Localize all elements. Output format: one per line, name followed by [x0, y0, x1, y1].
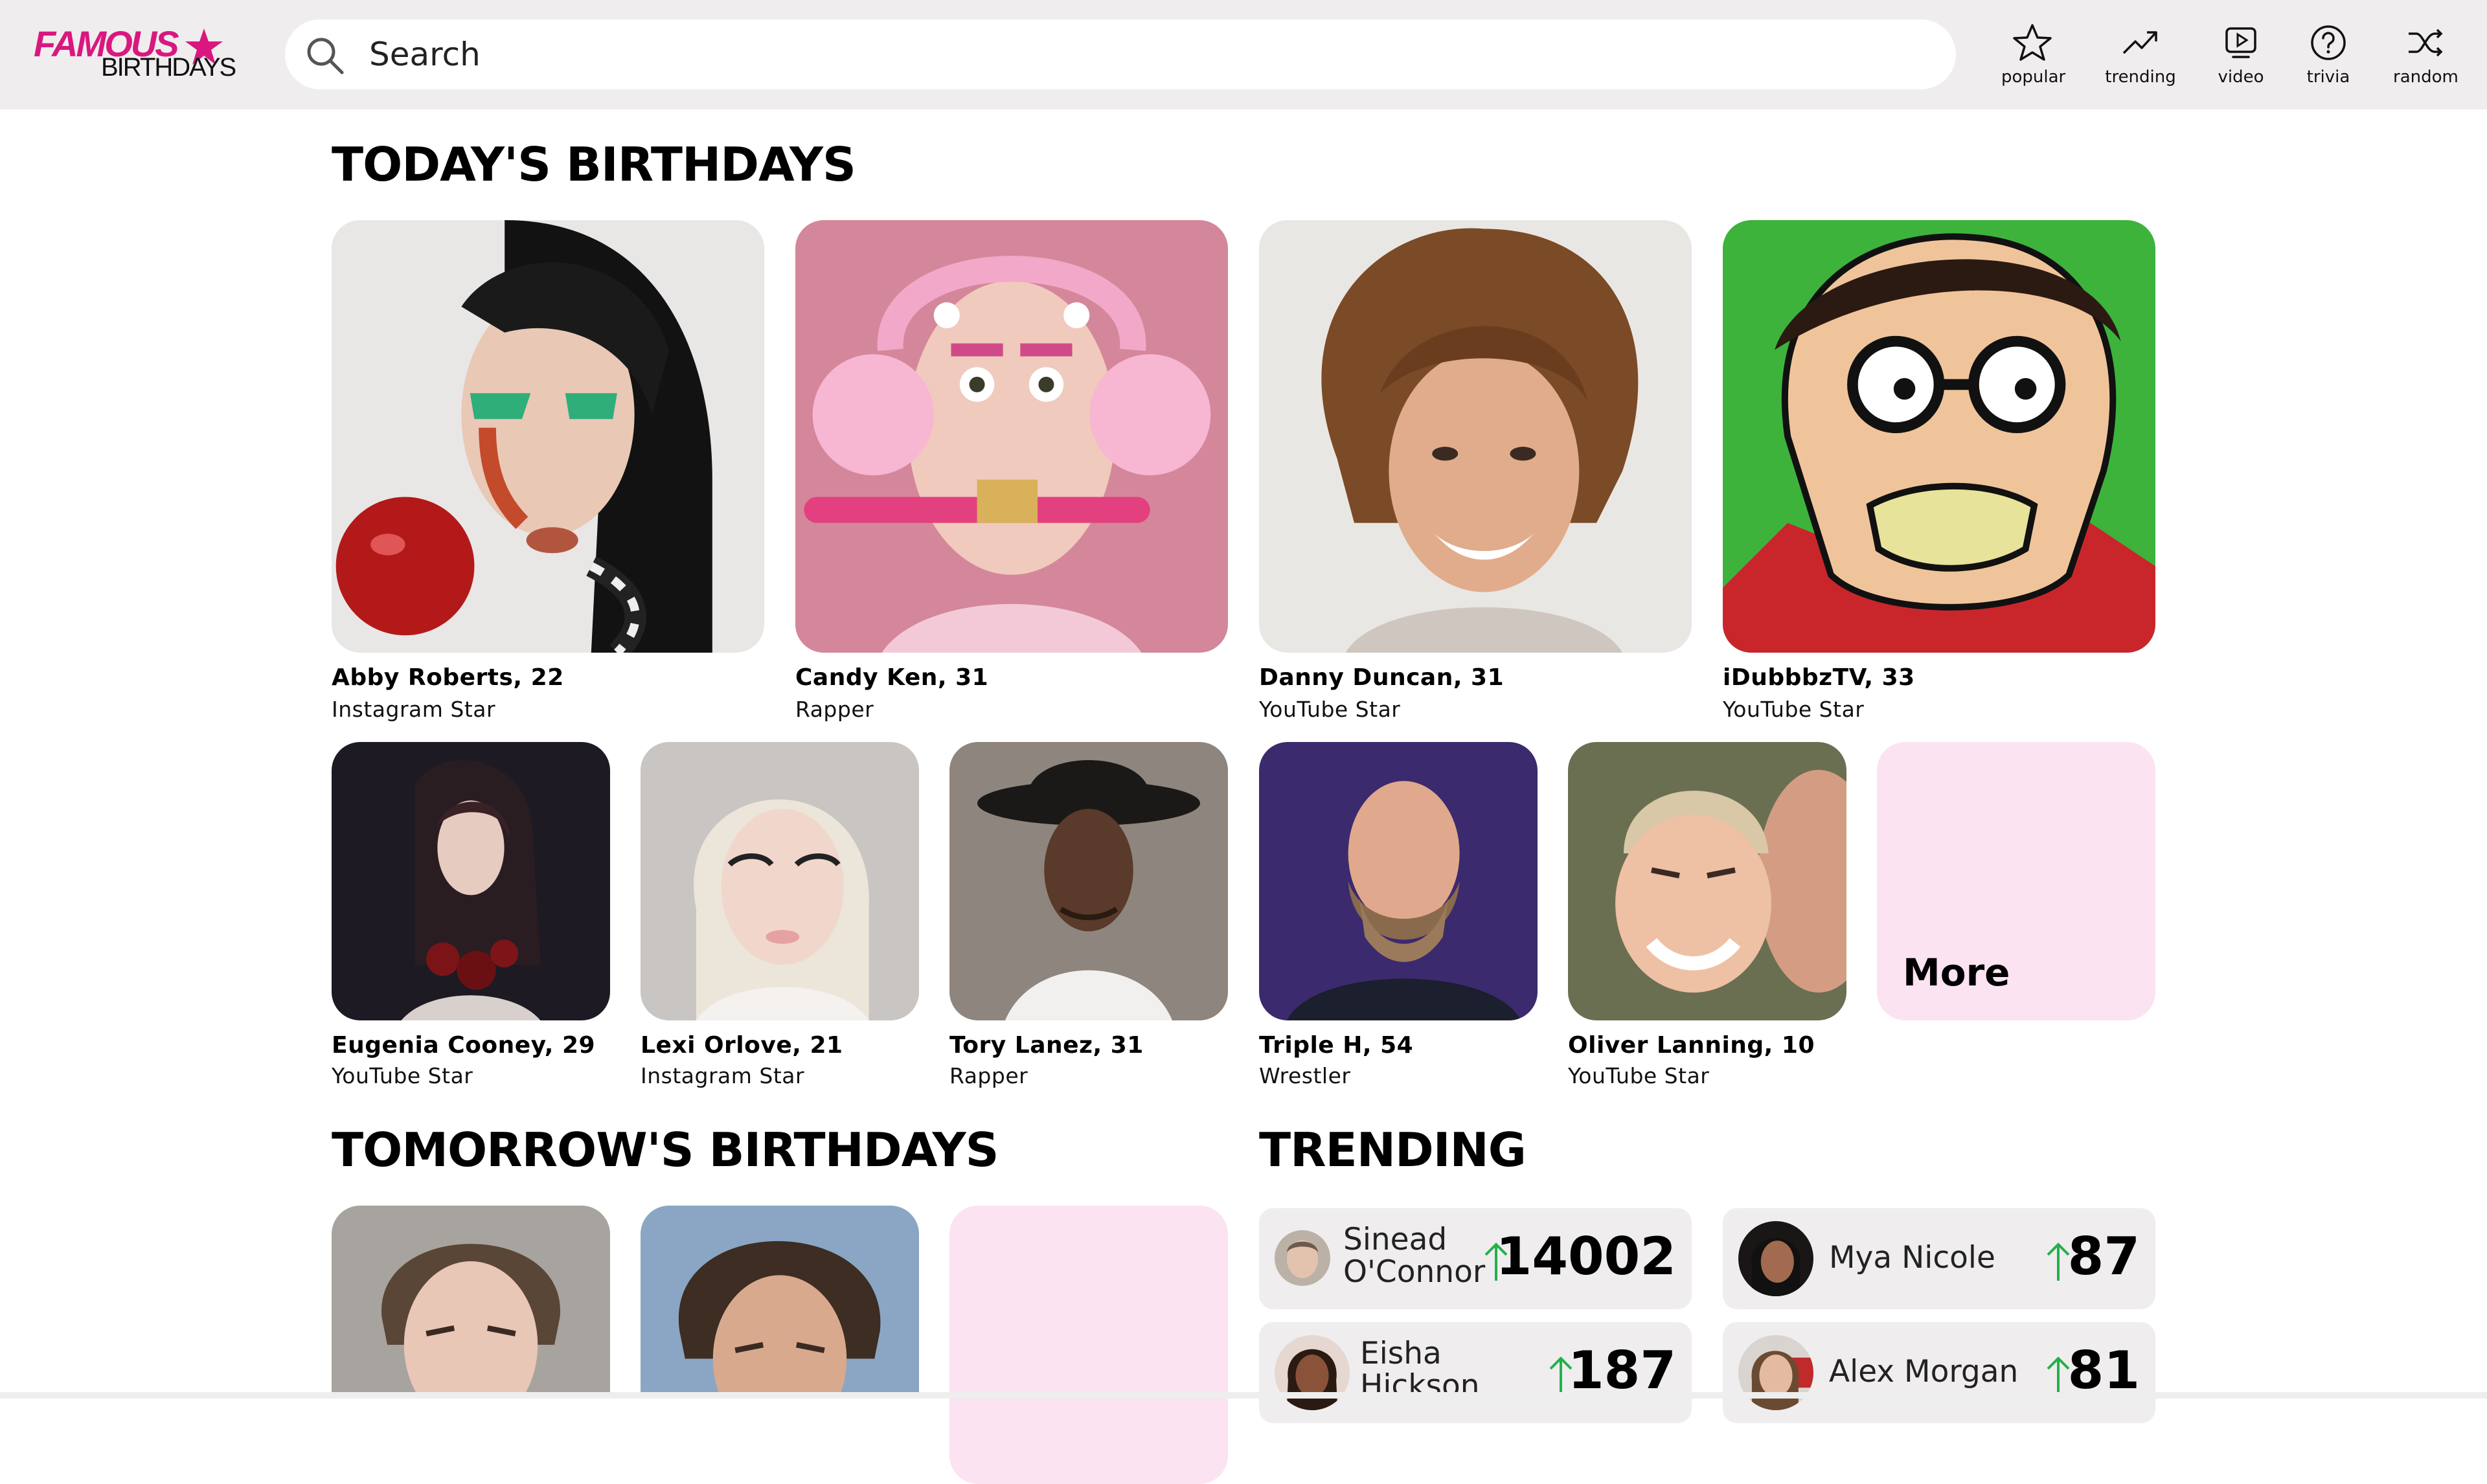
celebrity-card[interactable]: [641, 1206, 919, 1392]
trending-name[interactable]: Sinead: [1343, 1224, 1447, 1256]
trending-item[interactable]: Mya Nicole 87: [1723, 1208, 2155, 1309]
video-icon: [2225, 27, 2256, 58]
celebrity-name[interactable]: Lexi Orlove, 21: [641, 1032, 843, 1059]
question-icon: [2311, 25, 2346, 60]
nav-popular[interactable]: popular: [2001, 22, 2066, 93]
celebrity-profession: Rapper: [949, 1063, 1028, 1088]
trending-heading: TRENDING: [1259, 1123, 1527, 1177]
celebrity-photo: [949, 742, 1228, 1020]
celebrity-photo: [641, 1206, 919, 1392]
celebrity-card[interactable]: Eugenia Cooney, 29 YouTube Star: [332, 742, 610, 1092]
celebrity-card[interactable]: Abby Roberts, 22 Instagram Star: [332, 220, 764, 725]
trending-count: 81: [2067, 1340, 2140, 1400]
trending-name-line2[interactable]: O'Connor: [1343, 1256, 1485, 1288]
celebrity-profession: Instagram Star: [641, 1063, 805, 1088]
celebrity-name[interactable]: Abby Roberts, 22: [332, 664, 564, 691]
nav-random[interactable]: random: [2393, 22, 2459, 93]
trending-count: 14002: [1495, 1226, 1676, 1287]
trending-item[interactable]: Alex Morgan 81: [1723, 1322, 2155, 1423]
celebrity-photo: [1568, 742, 1846, 1020]
celebrity-photo: [332, 1206, 610, 1392]
trending-name[interactable]: Eisha: [1360, 1338, 1442, 1370]
trending-count: 87: [2067, 1226, 2140, 1287]
more-birthdays-button[interactable]: More: [1877, 742, 2155, 1020]
celebrity-photo: [1259, 220, 1692, 653]
celebrity-card[interactable]: [332, 1206, 610, 1392]
celebrity-photo: [795, 220, 1228, 653]
celebrity-profession: Instagram Star: [332, 697, 496, 722]
celebrity-card[interactable]: Triple H, 54 Wrestler: [1259, 742, 1538, 1092]
celebrity-card[interactable]: Lexi Orlove, 21 Instagram Star: [641, 742, 919, 1092]
avatar: [1738, 1221, 1813, 1296]
celebrity-profession: YouTube Star: [1568, 1063, 1710, 1088]
avatar: [1275, 1335, 1350, 1410]
trending-count: 187: [1568, 1340, 1676, 1400]
top-bar: FAMOUS BIRTHDAYS popular trending video: [0, 0, 2487, 109]
celebrity-name[interactable]: Tory Lanez, 31: [949, 1032, 1144, 1059]
nav-video[interactable]: video: [2215, 22, 2267, 93]
avatar: [1275, 1230, 1330, 1286]
celebrity-profession: YouTube Star: [332, 1063, 473, 1088]
star-icon: [2013, 24, 2052, 61]
avatar: [1738, 1335, 1813, 1410]
celebrity-profession: Wrestler: [1259, 1063, 1351, 1088]
logo-birthdays-text: BIRTHDAYS: [101, 53, 236, 82]
celebrity-card[interactable]: Oliver Lanning, 10 YouTube Star: [1568, 742, 1846, 1092]
nav-trivia[interactable]: trivia: [2302, 22, 2354, 93]
celebrity-photo: [332, 220, 764, 653]
celebrity-card[interactable]: iDubbbzTV, 33 YouTube Star: [1723, 220, 2155, 725]
celebrity-photo: [641, 742, 919, 1020]
search-input[interactable]: [369, 31, 1924, 78]
trending-name[interactable]: Alex Morgan: [1829, 1356, 2018, 1388]
site-logo[interactable]: FAMOUS BIRTHDAYS: [34, 26, 236, 84]
nav-trending[interactable]: trending: [2105, 22, 2176, 93]
celebrity-photo: [332, 742, 610, 1020]
nav-random-label: random: [2393, 67, 2459, 87]
celebrity-profession: YouTube Star: [1259, 697, 1401, 722]
trending-item[interactable]: Sinead O'Connor 14002: [1259, 1208, 1692, 1309]
placeholder-tile[interactable]: [949, 1206, 1228, 1484]
celebrity-photo: [1723, 220, 2155, 653]
celebrity-profession: YouTube Star: [1723, 697, 1865, 722]
bottom-divider: [0, 1392, 2487, 1399]
celebrity-card[interactable]: Danny Duncan, 31 YouTube Star: [1259, 220, 1692, 725]
shuffle-icon: [2409, 28, 2443, 57]
trending-item[interactable]: Eisha Hickson 187: [1259, 1322, 1692, 1423]
trending-icon: [2122, 31, 2157, 54]
celebrity-card[interactable]: Tory Lanez, 31 Rapper: [949, 742, 1228, 1092]
nav-trending-label: trending: [2105, 67, 2176, 87]
tomorrows-birthdays-heading: TOMORROW'S BIRTHDAYS: [332, 1123, 999, 1177]
celebrity-name[interactable]: Triple H, 54: [1259, 1032, 1413, 1059]
celebrity-name[interactable]: Eugenia Cooney, 29: [332, 1032, 595, 1059]
celebrity-photo: [1259, 742, 1538, 1020]
trending-name[interactable]: Mya Nicole: [1829, 1242, 1995, 1274]
celebrity-card[interactable]: Candy Ken, 31 Rapper: [795, 220, 1228, 725]
celebrity-name[interactable]: Danny Duncan, 31: [1259, 664, 1504, 691]
nav-trivia-label: trivia: [2306, 67, 2350, 87]
search-icon: [307, 38, 344, 74]
celebrity-profession: Rapper: [795, 697, 874, 722]
nav-popular-label: popular: [2001, 67, 2066, 87]
celebrity-name[interactable]: Candy Ken, 31: [795, 664, 988, 691]
celebrity-name[interactable]: iDubbbzTV, 33: [1723, 664, 1915, 691]
todays-birthdays-heading: TODAY'S BIRTHDAYS: [332, 137, 856, 192]
search-bar[interactable]: [285, 19, 1956, 89]
celebrity-name[interactable]: Oliver Lanning, 10: [1568, 1032, 1815, 1059]
nav-video-label: video: [2218, 67, 2264, 87]
more-label: More: [1903, 950, 2010, 995]
